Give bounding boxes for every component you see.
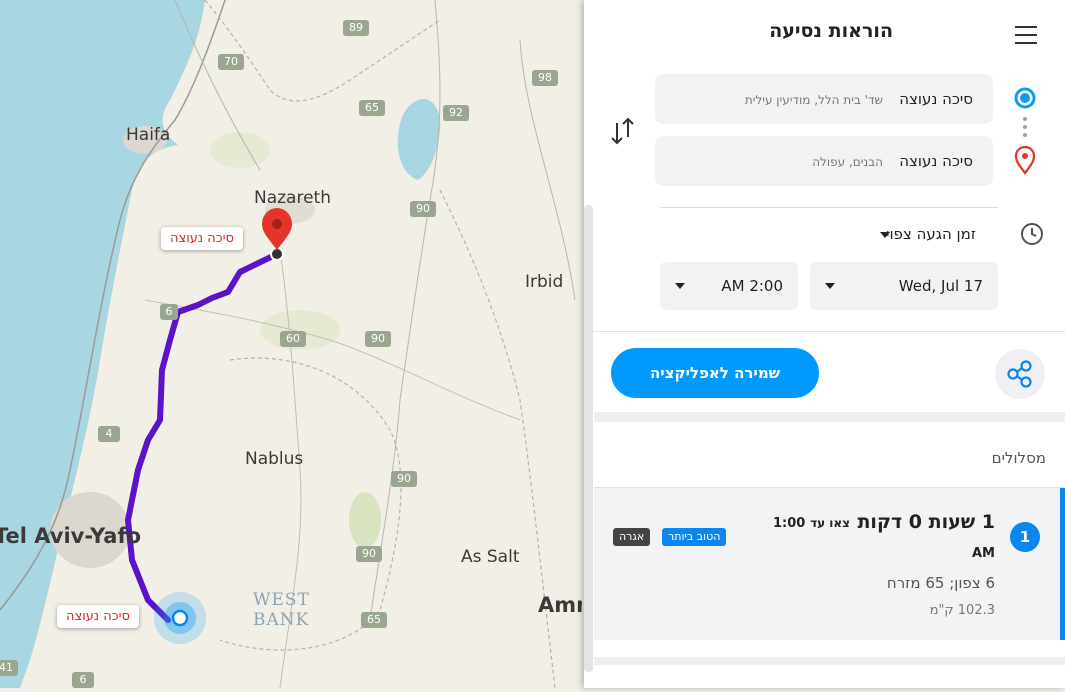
route-leave-by-label: צאו עד <box>810 516 850 530</box>
region-label-west: WEST <box>253 590 310 610</box>
chevron-down-icon <box>825 283 835 289</box>
road-shield: 60 <box>280 331 306 347</box>
menu-icon[interactable] <box>1015 26 1037 44</box>
route-via: 6 צפון; 65 מזרח <box>886 574 995 592</box>
destination-main-text: סיכה נעוצה <box>899 152 973 170</box>
share-button[interactable] <box>995 349 1045 399</box>
date-dropdown[interactable]: Wed, Jul 17 <box>810 262 998 310</box>
place-label-amman: Amman <box>538 593 582 617</box>
region-label-bank: BANK <box>253 610 310 630</box>
origin-sub-text: שד' בית הלל, מודיעין עילית <box>744 93 883 107</box>
road-shield: 70 <box>218 54 244 70</box>
route-leave-by-ampm: AM <box>972 546 995 561</box>
road-shield: 6 <box>160 304 178 320</box>
divider <box>660 207 998 208</box>
time-mode-dropdown[interactable]: זמן הגעה צפוי <box>886 225 976 243</box>
divider <box>584 331 1065 332</box>
place-label-nazareth: Nazareth <box>254 188 331 208</box>
origin-field[interactable]: סיכה נעוצה שד' בית הלל, מודיעין עילית <box>655 74 993 124</box>
route-endpoints-icon <box>1014 87 1036 175</box>
road-shield: 65 <box>359 100 385 116</box>
save-to-app-button[interactable]: שמירה לאפליקציה <box>611 348 819 398</box>
route-selected-indicator <box>1060 488 1065 640</box>
road-shield: 90 <box>391 471 417 487</box>
swap-arrows-icon[interactable] <box>609 115 637 145</box>
road-shield: 98 <box>532 70 558 86</box>
routes-heading: מסלולים <box>991 449 1046 467</box>
route-distance: 102.3 ק"מ <box>929 603 995 618</box>
scrollbar[interactable] <box>584 205 593 672</box>
route-duration: 1 שעות 0 דקות <box>857 511 995 533</box>
badge-toll: אגרה <box>613 528 651 546</box>
chevron-down-icon[interactable] <box>880 232 890 238</box>
place-label-nablus: Nablus <box>245 449 304 469</box>
place-label-irbid: Irbid <box>525 272 564 292</box>
page-title: הוראות נסיעה <box>769 20 893 42</box>
clock-icon <box>1021 223 1043 245</box>
section-separator <box>594 657 1065 665</box>
road-shield: 90 <box>365 331 391 347</box>
origin-location-icon[interactable] <box>154 592 206 644</box>
destination-sub-text: הבנים, עפולה <box>812 155 883 169</box>
road-shield: 90 <box>410 201 436 217</box>
destination-map-label[interactable]: סיכה נעוצה <box>161 227 243 250</box>
directions-panel: הוראות נסיעה סיכה נעוצה שד' בית הלל, מוד… <box>584 0 1065 688</box>
place-label-as-salt: As Salt <box>461 547 520 567</box>
section-separator <box>594 412 1065 422</box>
badge-best: הטוב ביותר <box>662 528 727 546</box>
road-shield: 92 <box>443 105 469 121</box>
road-shield: 4 <box>98 426 120 442</box>
time-dropdown[interactable]: AM 2:00 <box>660 262 798 310</box>
road-shield: 41 <box>0 660 18 676</box>
origin-main-text: סיכה נעוצה <box>899 90 973 108</box>
road-shield: 89 <box>343 20 369 36</box>
place-label-haifa: Haifa <box>126 125 171 145</box>
route-leave-by-time: 1:00 <box>773 516 806 531</box>
route-index-badge: 1 <box>1010 522 1040 552</box>
road-shield: 90 <box>356 546 382 562</box>
destination-field[interactable]: סיכה נעוצה הבנים, עפולה <box>655 136 993 186</box>
date-value: Wed, Jul 17 <box>898 277 983 295</box>
chevron-down-icon <box>675 283 685 289</box>
road-shield: 6 <box>72 672 94 688</box>
road-shield: 65 <box>361 612 387 628</box>
time-mode-label: זמן הגעה צפוי <box>886 225 976 243</box>
origin-map-label[interactable]: סיכה נעוצה <box>57 605 139 628</box>
time-value: AM 2:00 <box>721 277 783 295</box>
place-label-tel-aviv: Tel Aviv-Yafo <box>0 524 142 548</box>
share-icon <box>1007 360 1032 388</box>
